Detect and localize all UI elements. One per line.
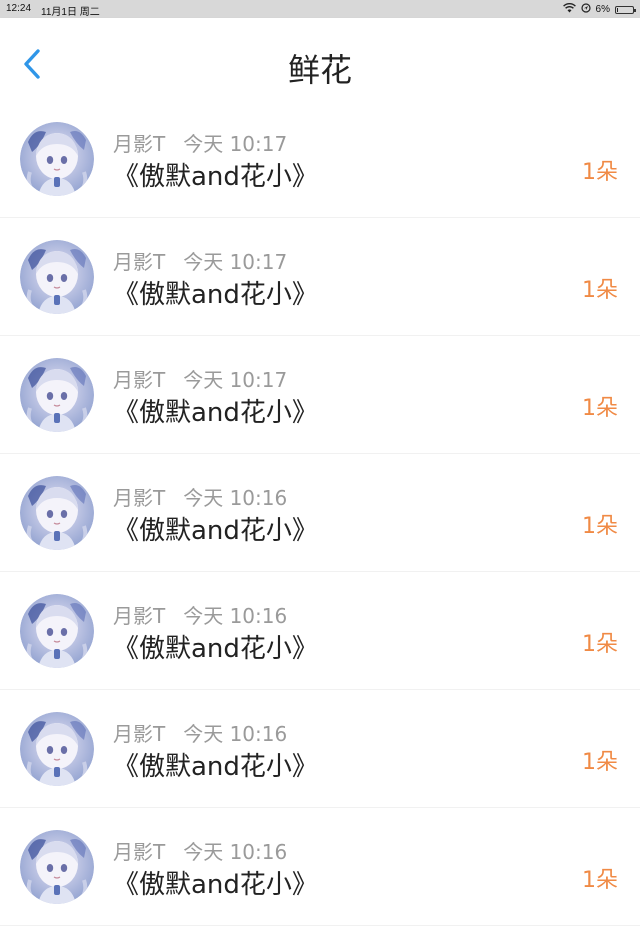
user-name: 月影T bbox=[113, 486, 166, 510]
status-bar: 12:24 11月1日 周二 6% bbox=[0, 0, 640, 18]
user-name: 月影T bbox=[113, 368, 166, 392]
battery-level bbox=[617, 7, 618, 12]
record-meta: 月影T 今天 10:17 bbox=[113, 128, 287, 157]
avatar[interactable] bbox=[20, 122, 94, 196]
record-meta: 月影T 今天 10:16 bbox=[113, 600, 287, 629]
user-name: 月影T bbox=[113, 840, 166, 864]
user-name: 月影T bbox=[113, 604, 166, 628]
flower-count: 1朵 bbox=[582, 632, 618, 657]
record-title: 《傲默and花小》 bbox=[113, 752, 318, 782]
battery-text: 6% bbox=[595, 4, 610, 15]
record-meta: 月影T 今天 10:16 bbox=[113, 836, 287, 865]
flower-count: 1朵 bbox=[582, 278, 618, 303]
record-title: 《傲默and花小》 bbox=[113, 398, 318, 428]
user-name: 月影T bbox=[113, 250, 166, 274]
record-title: 《傲默and花小》 bbox=[113, 516, 318, 546]
record-time: 今天 10:16 bbox=[183, 486, 288, 510]
list-item[interactable]: 月影T 今天 10:16 《傲默and花小》 1朵 bbox=[0, 454, 640, 572]
location-icon bbox=[580, 3, 591, 16]
list-item[interactable]: 月影T 今天 10:16 《傲默and花小》 1朵 bbox=[0, 690, 640, 808]
page-title: 鲜花 bbox=[287, 51, 352, 89]
record-time: 今天 10:16 bbox=[183, 722, 288, 746]
record-time: 今天 10:17 bbox=[183, 250, 288, 274]
flower-count: 1朵 bbox=[582, 868, 618, 893]
list-item[interactable]: 月影T 今天 10:17 《傲默and花小》 1朵 bbox=[0, 100, 640, 218]
flower-record-list: 月影T 今天 10:17 《傲默and花小》 1朵 月影T 今天 10:17 《傲默and花… bbox=[0, 100, 640, 926]
avatar[interactable] bbox=[20, 358, 94, 432]
record-title: 《傲默and花小》 bbox=[113, 280, 318, 310]
list-item[interactable]: 月影T 今天 10:16 《傲默and花小》 1朵 bbox=[0, 808, 640, 926]
avatar[interactable] bbox=[20, 712, 94, 786]
record-meta: 月影T 今天 10:16 bbox=[113, 482, 287, 511]
wifi-icon bbox=[562, 3, 576, 16]
flower-count: 1朵 bbox=[582, 750, 618, 775]
status-time: 12:24 bbox=[6, 3, 32, 14]
record-time: 今天 10:16 bbox=[183, 840, 288, 864]
record-time: 今天 10:17 bbox=[183, 368, 288, 392]
navigation-bar: 鲜花 bbox=[0, 18, 640, 100]
list-item[interactable]: 月影T 今天 10:17 《傲默and花小》 1朵 bbox=[0, 218, 640, 336]
record-title: 《傲默and花小》 bbox=[113, 162, 318, 192]
record-title: 《傲默and花小》 bbox=[113, 870, 318, 900]
avatar[interactable] bbox=[20, 476, 94, 550]
record-title: 《傲默and花小》 bbox=[113, 634, 318, 664]
battery-icon bbox=[615, 5, 636, 14]
flower-count: 1朵 bbox=[582, 396, 618, 421]
avatar[interactable] bbox=[20, 240, 94, 314]
record-time: 今天 10:16 bbox=[183, 604, 288, 628]
avatar[interactable] bbox=[20, 830, 94, 904]
flower-count: 1朵 bbox=[582, 160, 618, 185]
avatar[interactable] bbox=[20, 594, 94, 668]
record-meta: 月影T 今天 10:17 bbox=[113, 246, 287, 275]
record-time: 今天 10:17 bbox=[183, 132, 288, 156]
user-name: 月影T bbox=[113, 722, 166, 746]
record-meta: 月影T 今天 10:17 bbox=[113, 364, 287, 393]
status-date: 11月1日 周二 bbox=[41, 7, 100, 18]
list-item[interactable]: 月影T 今天 10:16 《傲默and花小》 1朵 bbox=[0, 572, 640, 690]
flower-count: 1朵 bbox=[582, 514, 618, 539]
list-item[interactable]: 月影T 今天 10:17 《傲默and花小》 1朵 bbox=[0, 336, 640, 454]
record-meta: 月影T 今天 10:16 bbox=[113, 718, 287, 747]
user-name: 月影T bbox=[113, 132, 166, 156]
